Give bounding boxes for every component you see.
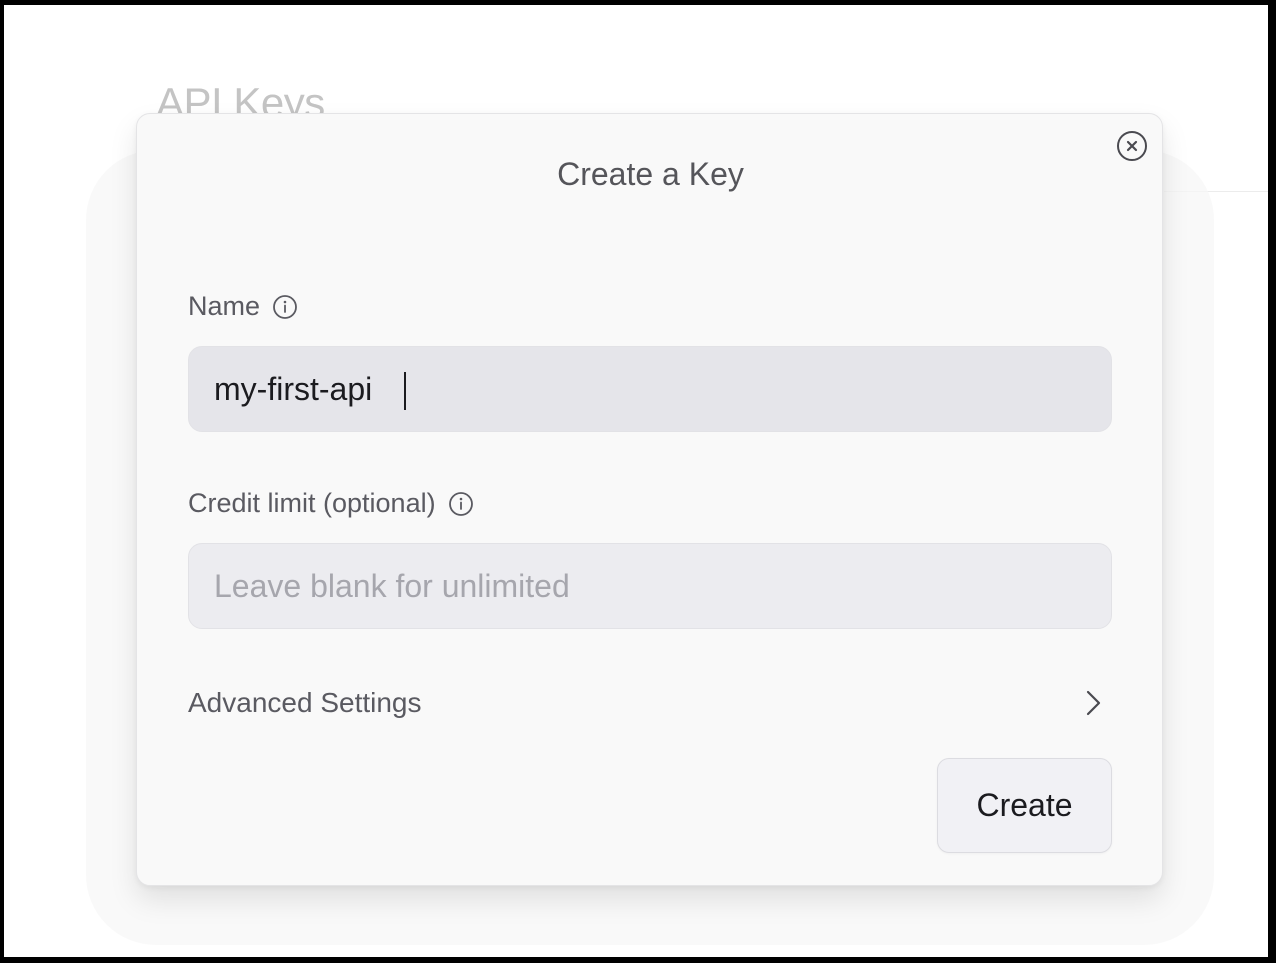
info-icon bbox=[273, 294, 297, 319]
name-label-text: Name bbox=[188, 291, 261, 321]
credit-limit-info-icon[interactable] bbox=[448, 491, 474, 517]
name-field-label: Name bbox=[188, 291, 298, 322]
name-input[interactable] bbox=[188, 346, 1112, 432]
credit-limit-label-text: Credit limit (optional) bbox=[188, 488, 436, 518]
create-key-modal: Create a Key Name Credit limit (optional… bbox=[136, 113, 1163, 886]
credit-limit-input[interactable] bbox=[188, 543, 1112, 629]
name-info-icon[interactable] bbox=[272, 294, 298, 320]
info-icon bbox=[448, 491, 473, 516]
credit-limit-field-label: Credit limit (optional) bbox=[188, 488, 474, 519]
advanced-settings-toggle[interactable]: Advanced Settings bbox=[188, 677, 1112, 729]
create-button[interactable]: Create bbox=[937, 758, 1112, 853]
chevron-right-icon bbox=[1086, 690, 1101, 716]
advanced-settings-label: Advanced Settings bbox=[188, 687, 422, 718]
text-cursor bbox=[404, 372, 406, 410]
modal-title: Create a Key bbox=[557, 156, 744, 192]
